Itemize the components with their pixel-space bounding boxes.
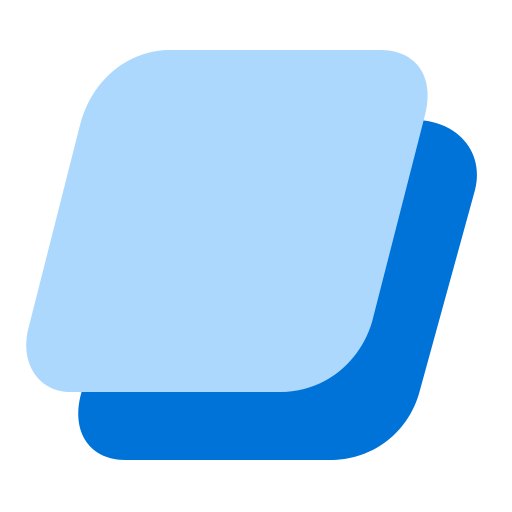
stacked-parallelograms-icon <box>26 50 477 460</box>
icon-canvas <box>0 0 512 512</box>
